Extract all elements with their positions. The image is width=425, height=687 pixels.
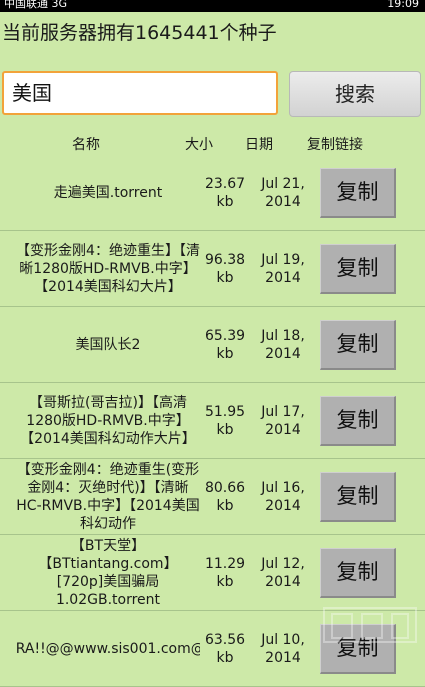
torrent-size: 80.66 kb	[204, 479, 246, 514]
torrent-name: 走遍美国.torrent	[53, 184, 163, 201]
torrent-row: 【BT天堂】【BTtiantang.com】[720p]美国骗局1.02GB.t…	[0, 535, 425, 611]
torrent-size: 96.38 kb	[204, 251, 246, 286]
search-input[interactable]: 美国	[2, 71, 278, 115]
clock: 19:09	[387, 0, 419, 10]
torrent-date: Jul 16, 2014	[261, 479, 305, 514]
copy-button[interactable]: 复制	[320, 396, 396, 446]
torrent-row: 【变形金刚4：绝迹重生(变形金刚4：灭绝时代)】【清晰HC-RMVB.中字】【2…	[0, 459, 425, 535]
column-header-date: 日期	[245, 137, 273, 153]
copy-button[interactable]: 复制	[320, 548, 396, 598]
copy-button[interactable]: 复制	[320, 168, 396, 218]
carrier-label: 中国联通 3G	[4, 0, 68, 10]
torrent-row: 【变形金刚4：绝迹重生】【清晰1280版HD-RMVB.中字】【2014美国科幻…	[0, 231, 425, 307]
torrent-name: 【变形金刚4：绝迹重生】【清晰1280版HD-RMVB.中字】【2014美国科幻…	[16, 242, 200, 295]
torrent-date: Jul 21, 2014	[261, 175, 305, 210]
torrent-size: 65.39 kb	[204, 327, 246, 362]
torrent-name: 【哥斯拉(哥吉拉)】【高清1280版HD-RMVB.中字】【2014美国科幻动作…	[20, 394, 196, 447]
copy-button[interactable]: 复制	[320, 320, 396, 370]
torrent-size: 23.67 kb	[204, 175, 246, 210]
status-bar: 中国联通 3G 19:09	[0, 0, 425, 12]
torrent-date: Jul 19, 2014	[261, 251, 305, 286]
torrent-row: 走遍美国.torrent 23.67 kb Jul 21, 2014 复制	[0, 155, 425, 231]
torrent-size: 51.95 kb	[204, 403, 246, 438]
torrent-size: 11.29 kb	[204, 555, 246, 590]
search-button[interactable]: 搜索	[289, 71, 421, 117]
torrent-name: 美国队长2	[75, 336, 141, 353]
column-header-copy-link: 复制链接	[307, 137, 363, 153]
torrent-name: 【BT天堂】【BTtiantang.com】[720p]美国骗局1.02GB.t…	[38, 537, 178, 608]
torrent-row: 美国队长2 65.39 kb Jul 18, 2014 复制	[0, 307, 425, 383]
copy-button[interactable]: 复制	[320, 472, 396, 522]
torrent-date: Jul 12, 2014	[261, 555, 305, 590]
torrent-row: 【哥斯拉(哥吉拉)】【高清1280版HD-RMVB.中字】【2014美国科幻动作…	[0, 383, 425, 459]
torrent-name: 【变形金刚4：绝迹重生(变形金刚4：灭绝时代)】【清晰HC-RMVB.中字】【2…	[16, 461, 200, 532]
copy-button[interactable]: 复制	[320, 244, 396, 294]
torrent-date: Jul 17, 2014	[261, 403, 305, 438]
torrent-size: 63.56 kb	[204, 631, 246, 666]
torrent-date: Jul 10, 2014	[261, 631, 305, 666]
seed-count-header: 当前服务器拥有1645441个种子	[2, 22, 277, 44]
column-header-name: 名称	[72, 137, 100, 153]
column-header-size: 大小	[185, 137, 213, 153]
torrent-date: Jul 18, 2014	[261, 327, 305, 362]
torrent-name: DURARARA!!@@www.sis001.com@Contain	[16, 640, 200, 657]
watermark-graphic	[323, 607, 417, 643]
